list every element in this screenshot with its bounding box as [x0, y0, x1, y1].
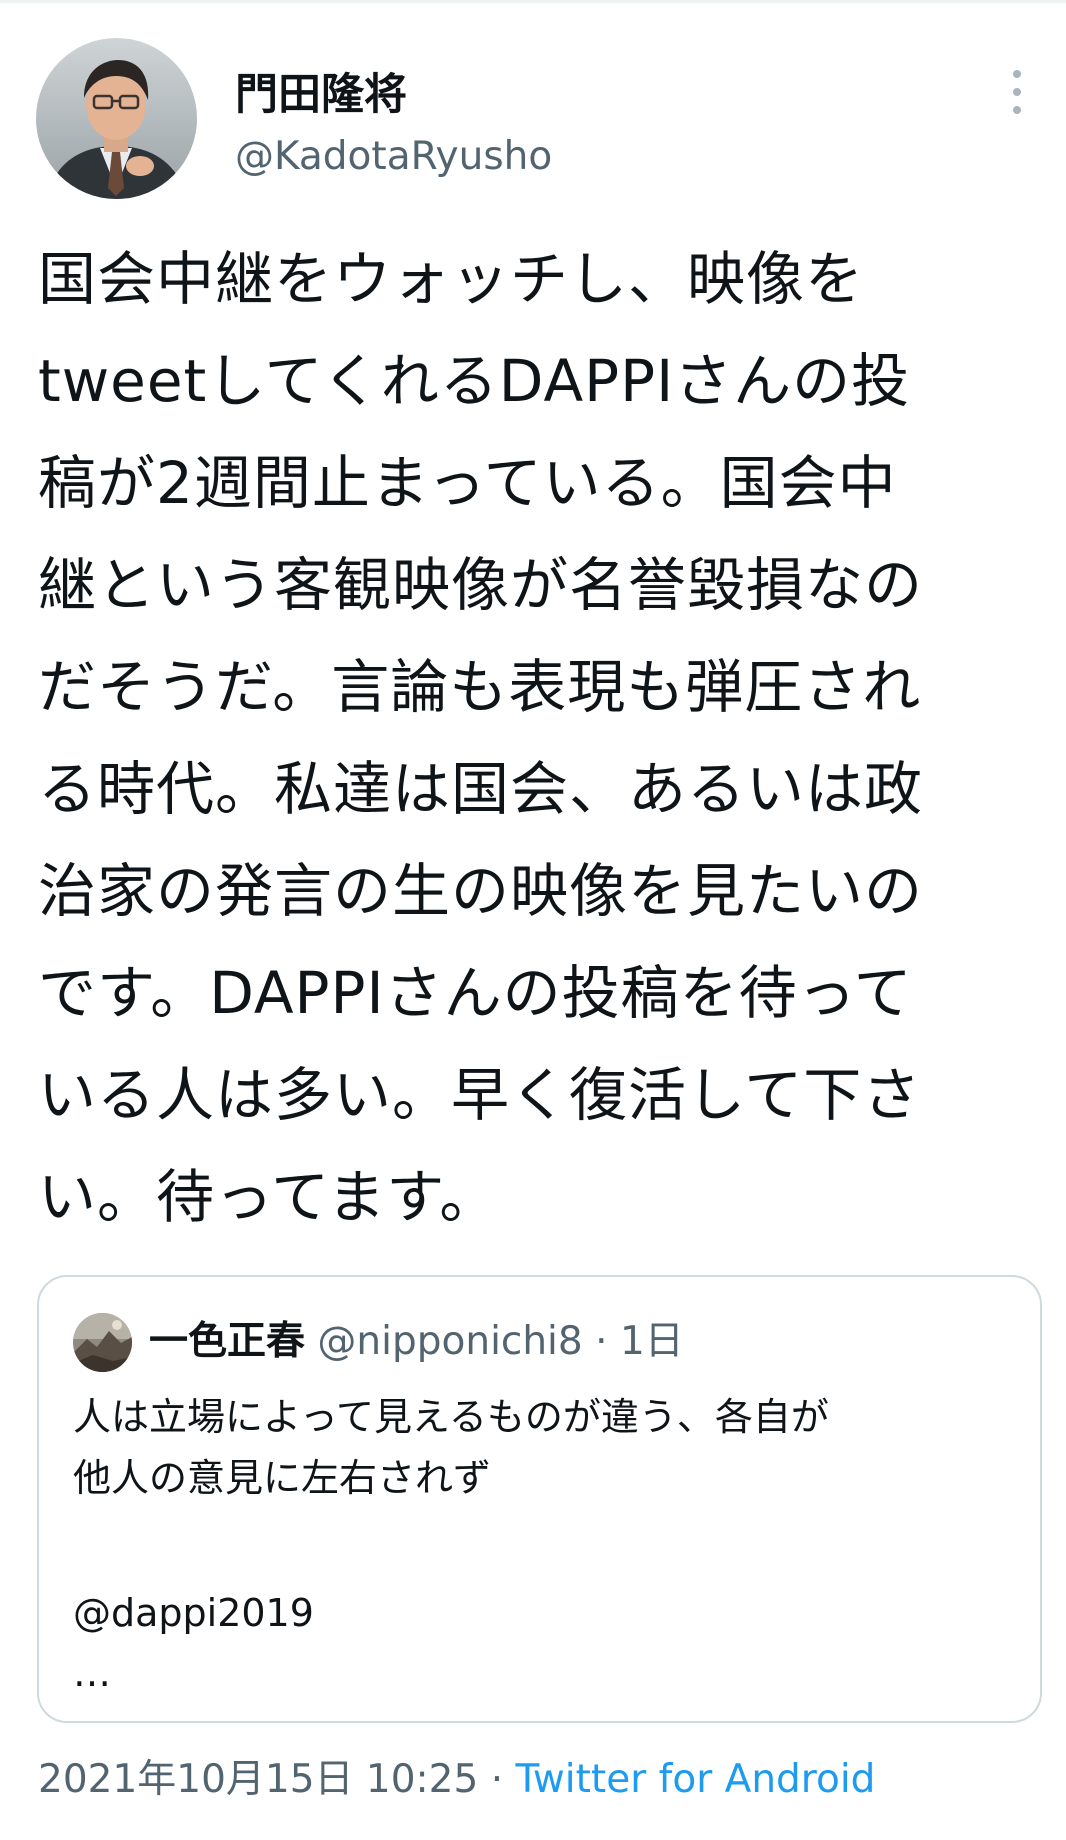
quoted-author-handle[interactable]: @nipponichi8	[317, 1319, 582, 1364]
header-separator: ·	[595, 1319, 608, 1364]
tweet-line: だそうだ。言論も表現も弾圧され	[38, 653, 922, 721]
tweet-source-link[interactable]: Twitter for Android	[516, 1757, 876, 1802]
quoted-tweet-line: 人は立場によって見えるものが違う、各自が	[73, 1395, 829, 1439]
more-vertical-icon[interactable]	[1002, 68, 1032, 116]
quoted-author-avatar[interactable]	[73, 1313, 132, 1372]
quoted-author-name[interactable]: 一色正春	[149, 1319, 305, 1364]
tweet-line: です。DAPPIさんの投稿を待って	[38, 959, 913, 1027]
tweet-timestamp[interactable]: 2021年10月15日 10:25	[38, 1757, 478, 1802]
tweet-metadata: 2021年10月15日 10:25 · Twitter for Android	[38, 1750, 875, 1810]
meta-separator: ·	[490, 1757, 504, 1802]
quoted-tweet-card[interactable]: 一色正春 @nipponichi8 · 1日 人は立場によって見えるものが違う、…	[37, 1275, 1042, 1723]
landscape-photo-icon	[73, 1313, 132, 1372]
tweet-line: 継という客観映像が名誉毀損なの	[38, 551, 924, 619]
tweet-body: 国会中継をウォッチし、映像を tweetしてくれるDAPPIさんの投 稿が2週間…	[38, 228, 1033, 1248]
quoted-tweet-header: 一色正春 @nipponichi8 · 1日	[149, 1317, 684, 1367]
tweet-line: い。待ってます。	[38, 1163, 499, 1231]
author-name[interactable]: 門田隆将	[235, 60, 407, 122]
tweet-header: 門田隆将 @KadotaRyusho	[36, 38, 1036, 203]
quoted-tweet-body: 人は立場によって見えるものが違う、各自が 他人の意見に左右されず	[73, 1387, 1023, 1509]
tweet-line: 治家の発言の生の映像を見たいの	[38, 857, 924, 925]
profile-photo-icon	[36, 38, 197, 199]
tweet-line: る時代。私達は国会、あるいは政	[38, 755, 924, 823]
author-handle[interactable]: @KadotaRyusho	[235, 134, 552, 179]
quoted-tweet-mention[interactable]: @dappi2019	[73, 1583, 314, 1644]
tweet-line: 稿が2週間止まっている。国会中	[38, 449, 897, 517]
quoted-tweet-ellipsis: …	[73, 1651, 111, 1695]
quoted-tweet-time[interactable]: 1日	[620, 1319, 684, 1364]
tweet-line: いる人は多い。早く復活して下さ	[38, 1061, 922, 1129]
quoted-tweet-line: 他人の意見に左右されず	[73, 1456, 492, 1500]
author-avatar[interactable]	[36, 38, 197, 199]
tweet-line: tweetしてくれるDAPPIさんの投	[38, 347, 911, 415]
tweet-line: 国会中継をウォッチし、映像を	[38, 245, 865, 313]
top-divider	[0, 0, 1066, 3]
